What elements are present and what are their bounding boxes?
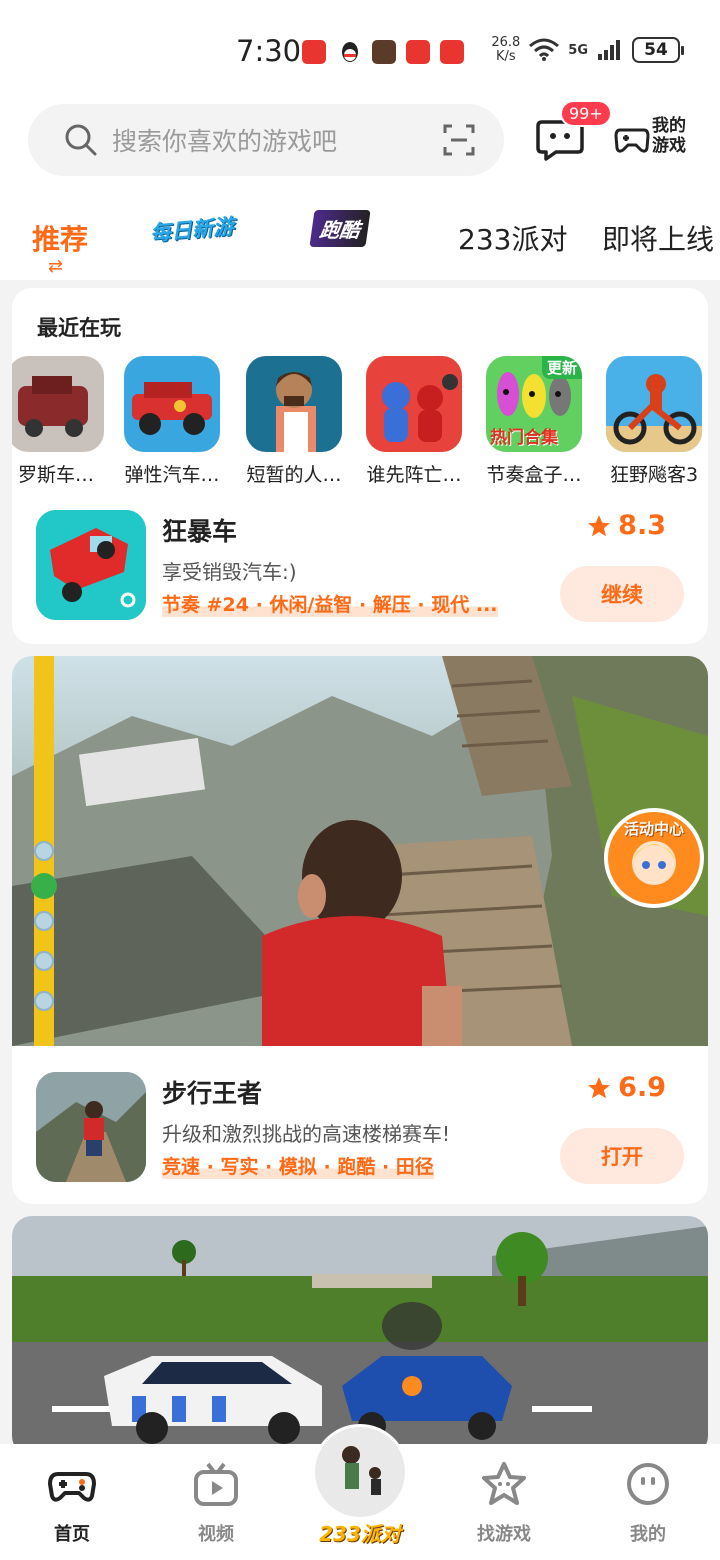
current-game-tags: 节奏 #24 · 休闲/益智 · 解压 · 现代 ... bbox=[162, 590, 498, 617]
home-gamepad-icon bbox=[48, 1472, 96, 1502]
event-center-badge[interactable]: 活动中心 bbox=[604, 808, 704, 908]
featured-game-row[interactable]: 步行王者 升级和激烈挑战的高速楼梯赛车! 竞速 · 写实 · 模拟 · 跑酷 ·… bbox=[12, 1072, 708, 1202]
scan-icon[interactable] bbox=[442, 123, 476, 157]
recent-game-icon bbox=[12, 356, 104, 452]
network-type: 5G bbox=[568, 42, 588, 58]
nav-profile[interactable]: 我的 bbox=[598, 1460, 698, 1546]
tab-parkour[interactable]: 跑酷 bbox=[309, 210, 371, 247]
status-right-group: 26.8 K/s 5G 54 bbox=[491, 36, 684, 64]
my-games-label: 我的 游戏 bbox=[652, 116, 686, 156]
current-game-description: 享受销毁汽车:) bbox=[162, 560, 297, 584]
gamepad-icon bbox=[614, 128, 650, 153]
nav-home-label: 首页 bbox=[54, 1524, 90, 1545]
next-game-banner[interactable] bbox=[12, 1216, 708, 1456]
featured-game-description: 升级和激烈挑战的高速楼梯赛车! bbox=[162, 1122, 451, 1146]
profile-face-icon bbox=[627, 1463, 669, 1505]
nav-party[interactable]: 233派对 bbox=[310, 1424, 410, 1547]
current-game-icon bbox=[36, 510, 146, 620]
huawei-notification-icon bbox=[302, 40, 326, 64]
update-badge: 更新 bbox=[541, 356, 582, 379]
nav-home[interactable]: 首页 bbox=[22, 1460, 122, 1546]
current-game-name: 狂暴车 bbox=[162, 517, 238, 546]
my-games-button[interactable]: 我的 游戏 bbox=[614, 116, 686, 156]
search-bar[interactable]: 搜索你喜欢的游戏吧 bbox=[28, 104, 504, 176]
network-speed-value: 26.8 bbox=[491, 35, 521, 50]
featured-game-rating-value: 6.9 bbox=[618, 1072, 666, 1103]
recent-game-item[interactable]: 狂野飚客3 bbox=[598, 356, 708, 487]
star-icon bbox=[588, 514, 610, 536]
nav-party-label: 233派对 bbox=[319, 1522, 401, 1546]
search-icon bbox=[65, 124, 97, 156]
signal-icon bbox=[598, 40, 620, 60]
recent-game-item[interactable]: 弹性汽车… bbox=[116, 356, 228, 487]
bottom-navigation: 首页 视频 233派对 找游戏 我的 bbox=[0, 1424, 720, 1560]
open-button[interactable]: 打开 bbox=[560, 1128, 684, 1184]
category-tabs: 推荐 ⇄ 每日新游 跑酷 233派对 即将上线 bbox=[0, 200, 720, 277]
qq-notification-icon bbox=[338, 40, 362, 64]
recent-game-icon: 更新 热门合集 bbox=[486, 356, 582, 452]
party-avatar-bubble bbox=[312, 1424, 408, 1520]
nav-find-games[interactable]: 找游戏 bbox=[454, 1460, 554, 1546]
featured-game-rating: 6.9 bbox=[586, 1072, 666, 1103]
recently-played-list: 罗斯车… 弹性汽车… 短暂的人… 谁先阵亡… 更新 热门合集 节奏盒子… 狂野飚… bbox=[12, 356, 708, 488]
recent-game-icon bbox=[366, 356, 462, 452]
header: 搜索你喜欢的游戏吧 99+ 我的 游戏 推荐 ⇄ 每日新游 跑酷 233派对 即… bbox=[0, 100, 720, 280]
current-game-rating: 8.3 bbox=[586, 510, 666, 541]
tab-recommend[interactable]: 推荐 bbox=[32, 218, 88, 258]
next-game-card[interactable] bbox=[12, 1216, 708, 1456]
recent-game-icon bbox=[124, 356, 220, 452]
featured-game-icon bbox=[36, 1072, 146, 1182]
status-bar: 7:30 26.8 K/s 5G 54 bbox=[0, 0, 720, 100]
recent-game-item[interactable]: 更新 热门合集 节奏盒子… bbox=[478, 356, 590, 487]
featured-game-banner[interactable]: 活动中心 bbox=[12, 656, 708, 1046]
recent-game-item[interactable]: 罗斯车… bbox=[12, 356, 106, 487]
star-icon bbox=[588, 1076, 610, 1098]
network-speed: 26.8 K/s bbox=[491, 36, 520, 64]
message-badge: 99+ bbox=[560, 100, 612, 127]
reader-notification-icon-2 bbox=[440, 40, 464, 64]
hot-collection-overlay: 热门合集 bbox=[490, 428, 558, 448]
featured-game-card[interactable]: 活动中心 步行王者 升级和激烈挑战的高速楼梯赛车! 竞速 · 写实 · 模拟 ·… bbox=[12, 656, 708, 1204]
recent-game-name: 弹性汽车… bbox=[124, 464, 220, 486]
recent-game-name: 谁先阵亡… bbox=[366, 464, 462, 486]
nav-video[interactable]: 视频 bbox=[166, 1460, 266, 1546]
featured-game-name: 步行王者 bbox=[162, 1079, 263, 1108]
current-game-rating-value: 8.3 bbox=[618, 510, 666, 541]
party-avatar bbox=[315, 1427, 405, 1517]
recent-game-name: 节奏盒子… bbox=[486, 464, 582, 486]
tab-coming-soon[interactable]: 即将上线 bbox=[602, 218, 714, 258]
network-speed-unit: K/s bbox=[495, 49, 516, 64]
wifi-icon bbox=[529, 38, 560, 61]
recently-played-title: 最近在玩 bbox=[37, 316, 121, 340]
event-center-label: 活动中心 bbox=[623, 820, 684, 838]
recently-played-card: 最近在玩 罗斯车… 弹性汽车… 短暂的人… 谁先阵亡… 更新 热门合集 节奏盒子… bbox=[12, 288, 708, 644]
tab-daily-new[interactable]: 每日新游 bbox=[149, 210, 235, 247]
nav-find-games-label: 找游戏 bbox=[477, 1524, 531, 1545]
status-time: 7:30 bbox=[236, 34, 302, 68]
recent-game-name: 罗斯车… bbox=[17, 464, 94, 486]
my-games-label-line2: 游戏 bbox=[652, 136, 686, 156]
recent-game-icon bbox=[606, 356, 702, 452]
reader-notification-icon bbox=[406, 40, 430, 64]
app-screen: 7:30 26.8 K/s 5G 54 搜索你喜欢的游戏吧 99+ 我的 游戏 … bbox=[0, 0, 720, 1560]
recent-game-item[interactable]: 短暂的人… bbox=[238, 356, 350, 487]
tab-233-party[interactable]: 233派对 bbox=[458, 218, 567, 258]
nav-profile-label: 我的 bbox=[630, 1524, 666, 1545]
search-placeholder: 搜索你喜欢的游戏吧 bbox=[112, 127, 338, 156]
recent-game-name: 短暂的人… bbox=[246, 464, 342, 486]
recent-game-icon bbox=[246, 356, 342, 452]
continue-button[interactable]: 继续 bbox=[560, 566, 684, 622]
my-games-label-line1: 我的 bbox=[652, 116, 686, 136]
current-game-row[interactable]: 狂暴车 享受销毁汽车:) 节奏 #24 · 休闲/益智 · 解压 · 现代 ..… bbox=[12, 510, 708, 640]
swap-icon[interactable]: ⇄ bbox=[48, 256, 63, 277]
nav-video-label: 视频 bbox=[198, 1524, 234, 1545]
game-notification-icon bbox=[372, 40, 396, 64]
video-tv-icon bbox=[194, 1462, 238, 1506]
featured-game-tags: 竞速 · 写实 · 模拟 · 跑酷 · 田径 bbox=[162, 1152, 434, 1179]
star-face-icon bbox=[482, 1462, 526, 1505]
recent-game-name: 狂野飚客3 bbox=[609, 464, 699, 486]
recent-game-item[interactable]: 谁先阵亡… bbox=[358, 356, 470, 487]
battery-icon: 54 bbox=[632, 37, 684, 63]
